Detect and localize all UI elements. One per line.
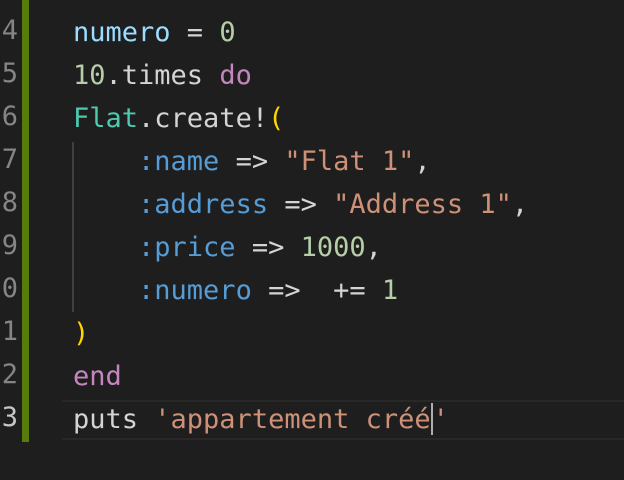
code-token: ' (432, 404, 449, 435)
code-line[interactable]: :price => 1000, (73, 230, 382, 266)
code-token: 10 (73, 60, 106, 91)
line-number: 1 (1, 316, 18, 347)
code-line[interactable]: end (73, 359, 122, 395)
git-modified-indicator (22, 0, 29, 442)
code-editor[interactable]: 4567890123 numero = 0 10.times do Flat.cre… (0, 0, 624, 480)
code-token: numero (73, 17, 171, 48)
code-token: = (170, 17, 220, 48)
line-number: 5 (1, 58, 18, 89)
code-token: => (268, 189, 334, 220)
code-line[interactable]: :numero => += 1 (73, 273, 398, 309)
code-token: 0 (219, 17, 236, 48)
line-number: 8 (1, 187, 18, 218)
code-line[interactable]: :name => "Flat 1", (73, 144, 431, 180)
code-token: puts (73, 404, 155, 435)
code-line[interactable]: Flat.create!( (73, 101, 284, 137)
code-token: => += (251, 275, 382, 306)
code-token: do (219, 60, 252, 91)
code-line[interactable]: puts 'appartement créé' (73, 402, 449, 438)
code-token: => (219, 146, 285, 177)
line-number: 6 (1, 101, 18, 132)
line-number: 0 (1, 273, 18, 304)
code-line[interactable]: :address => "Address 1", (73, 187, 528, 223)
code-token: .times (105, 60, 220, 91)
code-token: "Address 1" (333, 189, 512, 220)
code-token: "Flat 1" (284, 146, 415, 177)
code-token: => (235, 232, 301, 263)
code-token: , (414, 146, 431, 177)
line-number: 3 (1, 402, 18, 433)
code-token: :price (138, 232, 236, 263)
line-number: 9 (1, 230, 18, 261)
code-token: , (511, 189, 529, 220)
line-number-gutter: 4 5 6 7 8 9 0 1 2 3 (0, 0, 22, 480)
code-token: :numero (138, 275, 252, 306)
code-token: .create! (138, 103, 269, 134)
code-token: :name (138, 146, 220, 177)
line-number: 4 (1, 15, 18, 46)
code-token: ( (268, 103, 285, 134)
code-token: 1000 (300, 232, 366, 263)
code-line[interactable]: numero = 0 (73, 15, 236, 51)
code-token: Flat (73, 103, 139, 134)
code-token: , (365, 232, 382, 263)
code-token: ) (73, 318, 90, 349)
code-token: 'appartement créé (154, 404, 431, 435)
line-number: 7 (1, 144, 18, 175)
code-line[interactable]: 10.times do (73, 58, 252, 94)
code-token: :address (138, 189, 269, 220)
code-line[interactable]: ) (73, 316, 89, 352)
code-token: end (73, 361, 122, 392)
code-token: 1 (381, 275, 399, 306)
line-number: 2 (1, 359, 18, 390)
